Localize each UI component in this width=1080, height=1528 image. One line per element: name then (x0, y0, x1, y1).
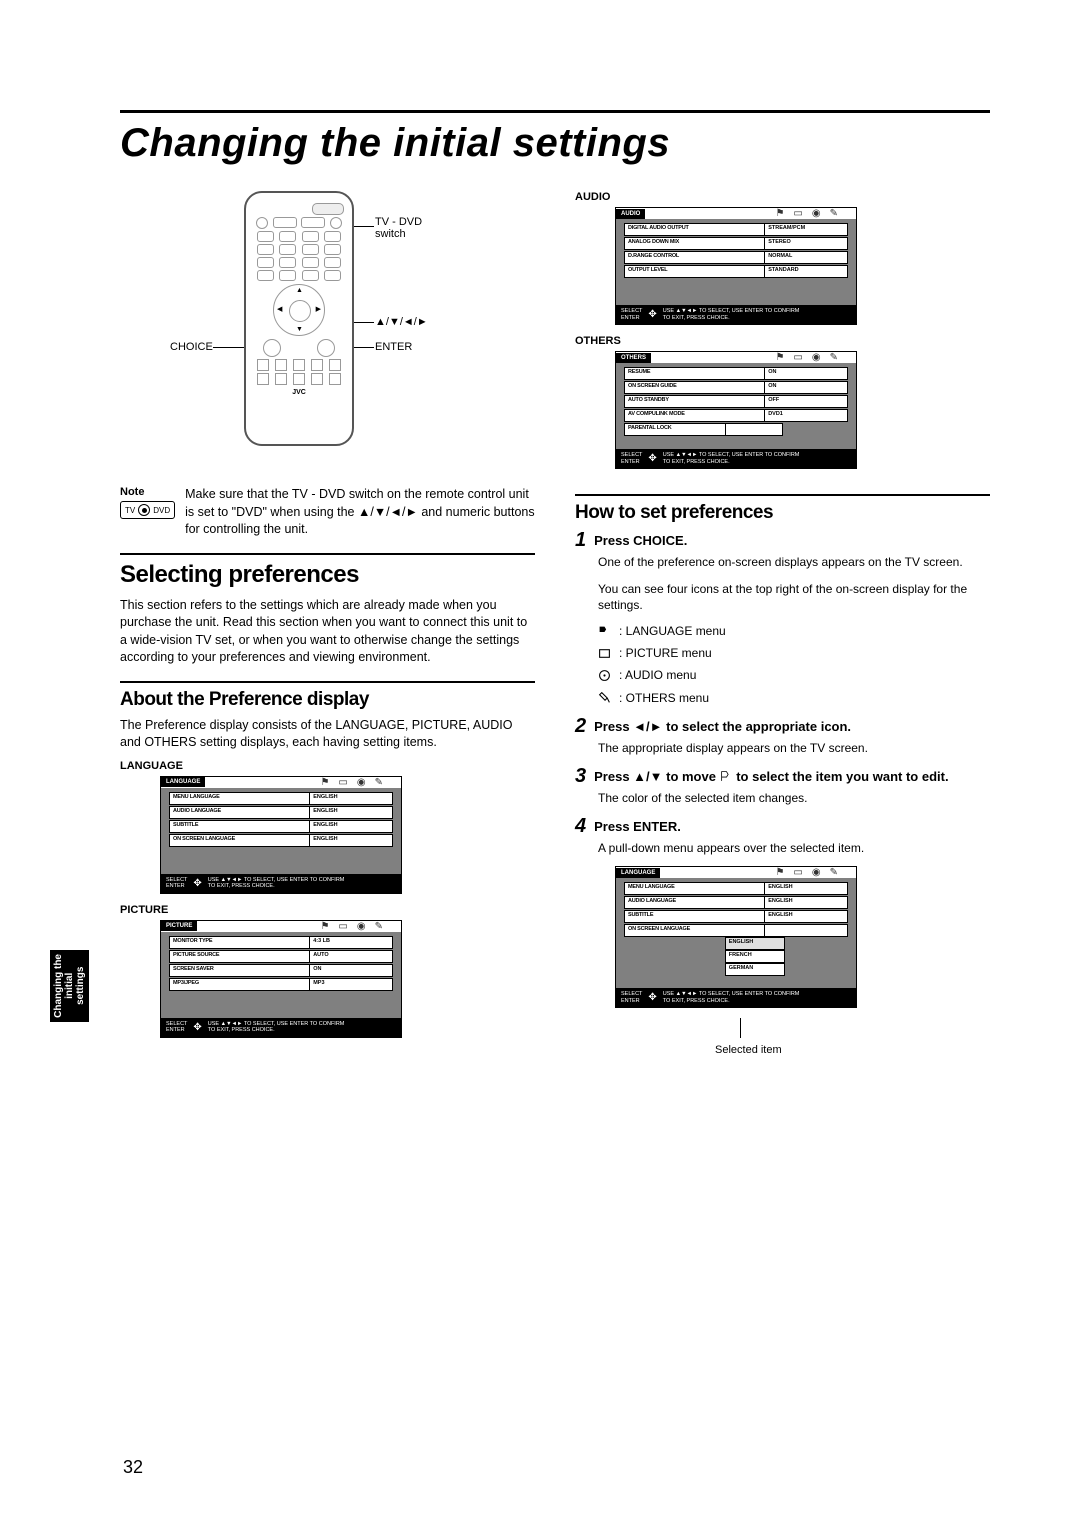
dpad-icon: ▲ ▼ ◀ ▶ (273, 284, 325, 336)
how-to-heading: How to set preferences (575, 502, 990, 524)
remote-brand: JVC (254, 389, 344, 396)
selected-item-callout: Selected item (715, 1044, 990, 1056)
right-column: AUDIO AUDIO ⚑▭◉✎ DIGITAL AUDIO OUTPUTSTR… (575, 191, 990, 1056)
page-number: 32 (123, 1457, 143, 1478)
step-1-p2: You can see four icons at the top right … (598, 581, 990, 613)
selecting-preferences-heading: Selecting preferences (120, 561, 535, 589)
step-3: 3 Press ▲/▼ to move to select the item y… (575, 766, 990, 786)
page-title: Changing the initial settings (120, 121, 990, 166)
tv-dvd-switch-label: TV - DVD switch (375, 216, 422, 240)
left-column: CHOICE TV - DVD switch ▲/▼/◄/► ENTER (120, 191, 535, 1056)
step-1-p1: One of the preference on-screen displays… (598, 554, 990, 570)
step-3-p: The color of the selected item changes. (598, 790, 990, 806)
language-menu-row: : LANGUAGE menu (598, 623, 990, 639)
step-2-p: The appropriate display appears on the T… (598, 740, 990, 756)
title-rule (120, 110, 990, 113)
note-box: Note TV DVD Make sure that the TV - DVD … (120, 486, 535, 539)
two-columns: CHOICE TV - DVD switch ▲/▼/◄/► ENTER (120, 191, 990, 1056)
choice-label: CHOICE (170, 341, 213, 353)
step-1: 1 Press CHOICE. (575, 530, 990, 550)
note-heading: Note (120, 486, 175, 498)
pulldown-osd: LANGUAGE ⚑▭◉✎ MENU LANGUAGEENGLISHAUDIO … (575, 866, 990, 1056)
about-preference-para: The Preference display consists of the L… (120, 717, 535, 752)
picture-osd: PICTURE ⚑▭◉✎ MONITOR TYPE4:3 LBPICTURE S… (120, 920, 535, 1038)
language-osd: LANGUAGE ⚑▭◉✎ MENU LANGUAGEENGLISHAUDIO … (120, 776, 535, 894)
note-text: Make sure that the TV - DVD switch on th… (185, 486, 535, 539)
cursor-icon (720, 770, 733, 783)
step-2: 2 Press ◄/► to select the appropriate ic… (575, 716, 990, 736)
audio-osd: AUDIO ⚑▭◉✎ DIGITAL AUDIO OUTPUTSTREAM/PC… (575, 207, 990, 325)
others-icon (598, 691, 611, 704)
others-menu-row: : OTHERS menu (598, 690, 990, 706)
language-icon (598, 625, 611, 638)
enter-label: ENTER (375, 341, 412, 353)
picture-menu-row: : PICTURE menu (598, 645, 990, 661)
remote-diagram: CHOICE TV - DVD switch ▲/▼/◄/► ENTER (120, 191, 535, 466)
audio-icon (598, 669, 611, 682)
language-label: LANGUAGE (120, 760, 535, 772)
remote-body: ▲ ▼ ◀ ▶ JVC (244, 191, 354, 446)
audio-menu-row: : AUDIO menu (598, 667, 990, 683)
others-osd: OTHERS ⚑▭◉✎ RESUMEONON SCREEN GUIDEONAUT… (575, 351, 990, 469)
picture-label: PICTURE (120, 904, 535, 916)
manual-page: Changing the initial settings CHOICE TV … (0, 0, 1080, 1528)
picture-icon (598, 647, 611, 660)
others-label: OTHERS (575, 335, 990, 347)
selecting-preferences-para: This section refers to the settings whic… (120, 597, 535, 667)
tv-dvd-pill-icon: TV DVD (120, 501, 175, 519)
side-tab: Changing the initial settings (50, 950, 89, 1022)
step-4: 4 Press ENTER. (575, 816, 990, 836)
step-4-p: A pull-down menu appears over the select… (598, 840, 990, 856)
arrows-label: ▲/▼/◄/► (375, 316, 428, 328)
audio-label: AUDIO (575, 191, 990, 203)
about-preference-heading: About the Preference display (120, 689, 535, 711)
